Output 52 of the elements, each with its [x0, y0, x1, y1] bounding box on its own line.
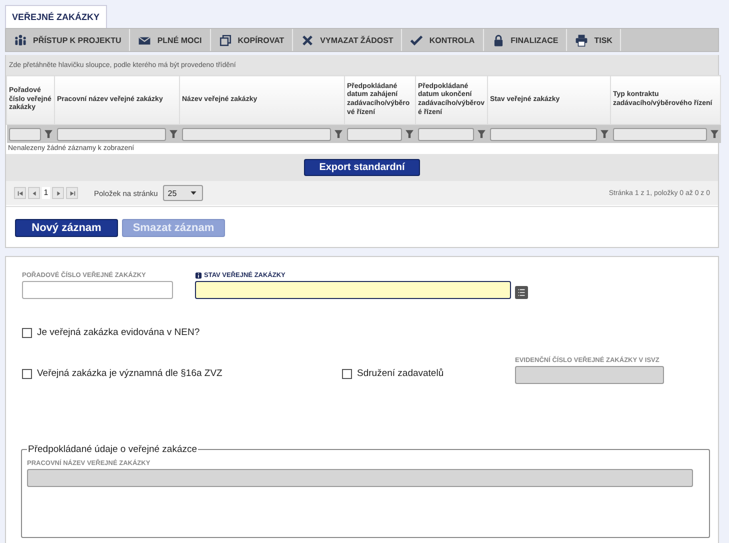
filter-field[interactable] [56, 128, 166, 140]
toolbar-button[interactable]: KOPÍROVAT [210, 29, 294, 51]
filter-field[interactable] [182, 128, 330, 140]
printer-icon [575, 34, 588, 46]
toolbar-button[interactable]: PLNÉ MOCI [130, 29, 211, 51]
cross-icon [301, 34, 314, 46]
filter-icon [476, 129, 486, 139]
filter-field[interactable] [612, 128, 706, 140]
people-icon [14, 34, 27, 46]
checkbox[interactable] [342, 368, 352, 378]
page-size-dropdown[interactable]: 25 [162, 185, 203, 201]
toolbar-button[interactable]: VYMAZAT ŽÁDOST [293, 29, 402, 51]
next-page-icon [54, 190, 62, 196]
checkbox[interactable] [22, 328, 32, 338]
info-icon [195, 272, 202, 278]
filter-field[interactable] [418, 128, 474, 140]
input-field[interactable] [22, 281, 173, 299]
filter-field[interactable] [346, 128, 402, 140]
filter-icon [334, 129, 342, 139]
filter-field[interactable] [490, 128, 596, 140]
tab[interactable]: VEŘEJNÉ ZAKÁZKY [5, 5, 107, 28]
toolbar-button[interactable]: FINALIZACE [484, 29, 568, 51]
toolbar-button[interactable]: TISK [567, 29, 622, 51]
input-field[interactable] [195, 281, 511, 299]
lock-icon [492, 34, 505, 46]
next-page-button[interactable] [52, 187, 64, 199]
first-page-icon [16, 190, 24, 196]
toolbar-button[interactable]: PŘÍSTUP K PROJEKTU [6, 29, 130, 51]
last-page-button[interactable] [66, 187, 78, 199]
checkbox-label: Sdružení zadavatelů [357, 368, 444, 379]
filter-icon [44, 129, 52, 139]
checkmark-icon [410, 34, 424, 46]
record-button[interactable]: Nový záznam [15, 219, 118, 237]
checkbox-label: Veřejná zakázka je významná dle §16a ZVZ [37, 368, 222, 379]
toolbar-button[interactable]: KONTROLA [402, 29, 484, 51]
page-number[interactable]: 1 [42, 187, 50, 199]
fieldset-legend: Předpokládané údaje o veřejné zakázce [27, 444, 198, 455]
copy-icon [218, 34, 232, 46]
previous-page-icon [30, 190, 38, 196]
page-size-value: 25 [168, 188, 177, 198]
list-icon [515, 286, 528, 299]
filter-icon [168, 129, 178, 139]
filter-icon [600, 129, 608, 139]
export-button[interactable]: Export standardní [304, 159, 420, 176]
previous-page-button[interactable] [28, 187, 40, 199]
filter-icon [404, 129, 414, 139]
checkbox[interactable] [22, 368, 32, 378]
filter-icon [710, 129, 718, 139]
first-page-button[interactable] [14, 187, 26, 199]
checkbox-label: Je veřejná zakázka evidována v NEN? [37, 327, 200, 338]
last-page-icon [68, 190, 76, 196]
filter-field[interactable] [8, 128, 40, 140]
